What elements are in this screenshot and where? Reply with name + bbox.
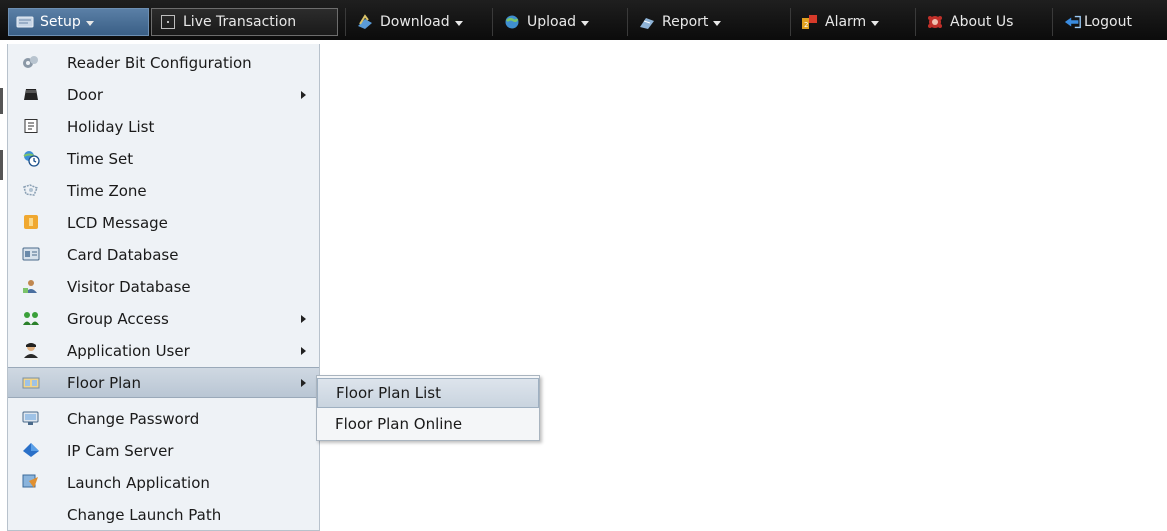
launch-application-icon [22, 473, 40, 491]
menu-live-transaction[interactable]: Live Transaction [151, 8, 338, 36]
time-zone-icon [22, 181, 40, 199]
menu-setup[interactable]: Setup [8, 8, 149, 36]
menu-alarm-label: Alarm [825, 14, 867, 30]
visitor-database-icon [22, 277, 40, 295]
alarm-icon: 2 [801, 14, 819, 30]
menu-setup-label: Setup [40, 14, 81, 30]
menu-item-card-database[interactable]: Card Database [8, 239, 319, 270]
application-user-icon [22, 341, 40, 359]
menu-separator [627, 8, 628, 36]
upload-icon [503, 14, 521, 30]
menu-item-label: Visitor Database [67, 277, 191, 296]
chevron-right-icon [301, 314, 306, 323]
chevron-right-icon [301, 378, 306, 387]
submenu-item-floor-plan-list[interactable]: Floor Plan List [317, 378, 539, 408]
menu-upload-label: Upload [527, 14, 577, 30]
menu-item-label: Application User [67, 341, 190, 360]
menu-item-label: Reader Bit Configuration [67, 53, 252, 72]
menu-item-time-set[interactable]: Time Set [8, 143, 319, 174]
menu-item-holiday-list[interactable]: Holiday List [8, 111, 319, 142]
menu-item-time-zone[interactable]: Time Zone [8, 175, 319, 206]
live-transaction-icon [159, 14, 177, 30]
menu-item-lcd-message[interactable]: LCD Message [8, 207, 319, 238]
about-us-icon [926, 14, 944, 30]
menu-item-label: Launch Application [67, 473, 210, 492]
card-database-icon [22, 245, 40, 263]
floor-plan-submenu: Floor Plan List Floor Plan Online [316, 375, 540, 441]
menu-about-us[interactable]: About Us [919, 8, 1044, 36]
submenu-item-label: Floor Plan List [336, 384, 441, 402]
change-password-icon [22, 409, 40, 427]
chevron-right-icon [301, 346, 306, 355]
chevron-down-icon [85, 20, 94, 26]
menu-item-application-user[interactable]: Application User [8, 335, 319, 366]
menu-item-label: Card Database [67, 245, 179, 264]
menu-separator [1052, 8, 1053, 36]
app-window: Setup Live Transaction Download Upload R… [0, 0, 1167, 531]
menu-item-group-access[interactable]: Group Access [8, 303, 319, 334]
menu-report-label: Report [662, 14, 709, 30]
holiday-list-icon [22, 117, 40, 135]
door-icon [22, 85, 40, 103]
report-icon [638, 14, 656, 30]
svg-text:2: 2 [804, 21, 808, 29]
menu-item-label: Group Access [67, 309, 169, 328]
menu-live-transaction-label: Live Transaction [183, 14, 297, 30]
menu-item-floor-plan[interactable]: Floor Plan [8, 367, 319, 398]
menu-separator [915, 8, 916, 36]
time-set-icon [22, 149, 40, 167]
menu-about-us-label: About Us [950, 14, 1014, 30]
menu-separator [345, 8, 346, 36]
menu-download[interactable]: Download [349, 8, 484, 36]
download-icon [356, 14, 374, 30]
menu-logout-label: Logout [1084, 14, 1132, 30]
chevron-down-icon [713, 20, 722, 26]
menu-item-door[interactable]: Door [8, 79, 319, 110]
chevron-down-icon [871, 20, 880, 26]
menu-item-label: Time Zone [67, 181, 147, 200]
menu-item-launch-application[interactable]: Launch Application [8, 467, 319, 498]
menu-separator [492, 8, 493, 36]
chevron-down-icon [581, 20, 590, 26]
menu-item-label: LCD Message [67, 213, 168, 232]
setup-dropdown-menu: Reader Bit Configuration Door Holiday Li… [7, 44, 320, 531]
menu-report[interactable]: Report [631, 8, 781, 36]
menu-item-label: Door [67, 85, 104, 104]
menu-item-label: IP Cam Server [67, 441, 174, 460]
menu-item-label: Time Set [67, 149, 134, 168]
menu-item-change-launch-path[interactable]: Change Launch Path [8, 499, 319, 530]
ip-cam-server-icon [22, 441, 40, 459]
setup-icon [16, 14, 34, 30]
menu-item-change-password[interactable]: Change Password [8, 403, 319, 434]
chevron-right-icon [301, 90, 306, 99]
submenu-item-floor-plan-online[interactable]: Floor Plan Online [317, 409, 539, 439]
menu-item-visitor-database[interactable]: Visitor Database [8, 271, 319, 302]
main-menubar: Setup Live Transaction Download Upload R… [0, 0, 1167, 44]
floor-plan-icon [22, 374, 40, 392]
edge-mark [0, 88, 3, 114]
lcd-message-icon [22, 213, 40, 231]
menu-logout[interactable]: Logout [1055, 8, 1167, 36]
logout-icon [1064, 14, 1082, 30]
menu-download-label: Download [380, 14, 450, 30]
menu-item-label: Change Launch Path [67, 505, 222, 524]
menu-alarm[interactable]: 2 Alarm [794, 8, 906, 36]
menu-item-label: Floor Plan [67, 373, 141, 392]
menu-item-reader-bit-configuration[interactable]: Reader Bit Configuration [8, 47, 319, 78]
menu-item-label: Holiday List [67, 117, 155, 136]
group-access-icon [22, 309, 40, 327]
edge-mark [0, 150, 3, 180]
chevron-down-icon [454, 20, 463, 26]
submenu-item-label: Floor Plan Online [335, 415, 463, 433]
menu-separator [790, 8, 791, 36]
reader-bit-icon [22, 53, 40, 71]
menu-item-ip-cam-server[interactable]: IP Cam Server [8, 435, 319, 466]
menu-upload[interactable]: Upload [496, 8, 618, 36]
menu-item-label: Change Password [67, 409, 200, 428]
